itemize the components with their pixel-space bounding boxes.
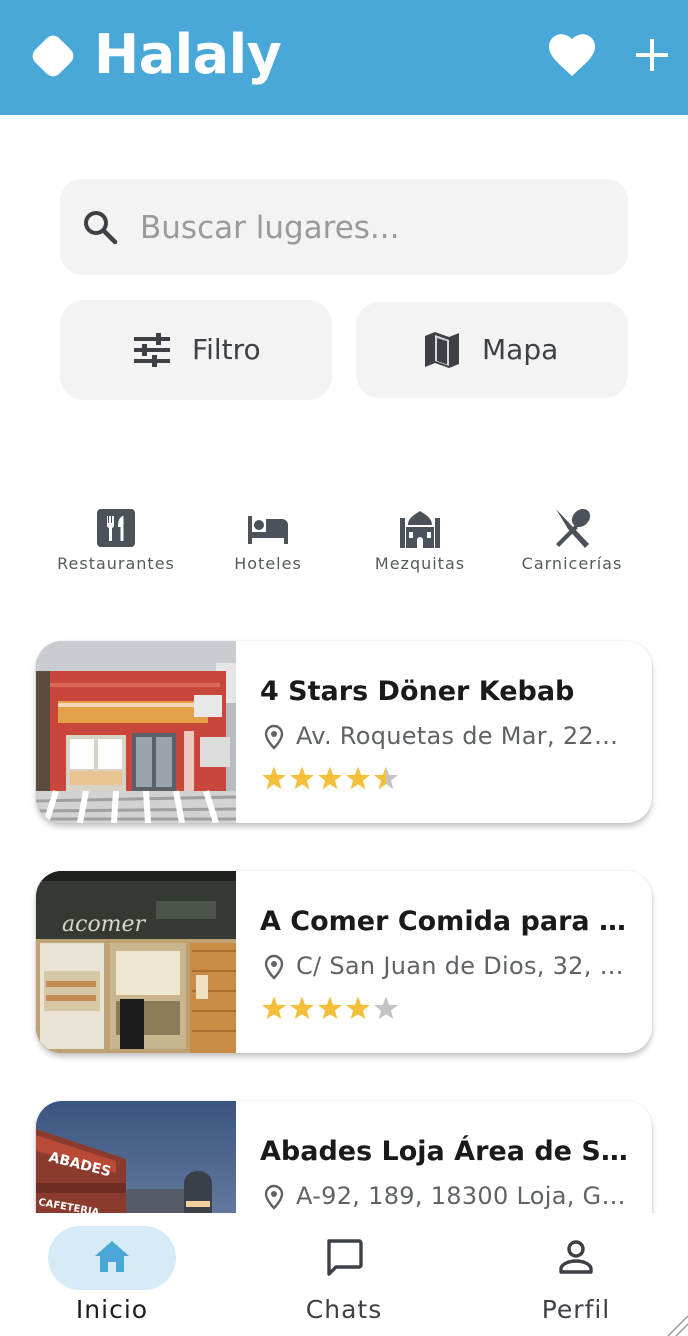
rating-stars (262, 766, 398, 790)
star-icon (374, 996, 398, 1020)
home-icon (95, 1241, 129, 1272)
halaly-logo-icon (32, 35, 74, 77)
place-address-row: C/ San Juan de Dios, 32, Granada (260, 949, 632, 983)
place-photo (36, 641, 236, 823)
place-name: 4 Stars Döner Kebab (260, 676, 575, 707)
place-list[interactable]: 4 Stars Döner Kebab Av. Roquetas de Mar,… (0, 620, 688, 1213)
place-address: A-92, 189, 18300 Loja, Granada (296, 1182, 632, 1210)
chat-icon (327, 1239, 363, 1276)
place-address-row: Av. Roquetas de Mar, 224, 04720 Aguadulc… (260, 719, 632, 753)
star-icon (262, 766, 286, 790)
category-restaurants[interactable]: Restaurantes (41, 500, 191, 586)
shop-sign: acomer (62, 912, 147, 937)
star-icon (346, 996, 370, 1020)
app-title: Halaly (94, 23, 282, 86)
place-address-row: A-92, 189, 18300 Loja, Granada (260, 1179, 632, 1213)
app-bar: Halaly (0, 0, 688, 115)
heart-icon[interactable] (548, 34, 596, 78)
nav-profile[interactable]: Perfil (476, 1213, 676, 1336)
location-pin-icon (264, 1184, 284, 1210)
nav-home[interactable]: Inicio (12, 1213, 212, 1336)
filter-button[interactable]: Filtro (60, 300, 332, 400)
place-photo: acomer (36, 871, 236, 1053)
hotel-icon (248, 516, 288, 544)
rating-stars (262, 996, 398, 1020)
star-icon (318, 996, 342, 1020)
resize-grip-icon[interactable] (666, 1314, 688, 1336)
star-icon (290, 996, 314, 1020)
place-photo: ABADES CAFETERIA (36, 1101, 236, 1213)
place-card[interactable]: 4 Stars Döner Kebab Av. Roquetas de Mar,… (36, 641, 652, 823)
nav-label: Inicio (75, 1295, 149, 1324)
star-icon (290, 766, 314, 790)
category-hotels[interactable]: Hoteles (193, 500, 343, 586)
place-address: C/ San Juan de Dios, 32, Granada (296, 952, 632, 980)
category-butchers[interactable]: Carnicerías (497, 500, 647, 586)
search-input[interactable] (140, 202, 600, 254)
star-icon (262, 996, 286, 1020)
star-icon (346, 766, 370, 790)
filter-label: Filtro (192, 333, 261, 366)
category-label: Hoteles (234, 554, 302, 573)
place-address: Av. Roquetas de Mar, 224, 04720 Aguadulc… (296, 722, 632, 750)
place-name: A Comer Comida para llevar (260, 906, 630, 937)
nav-label: Chats (305, 1295, 383, 1324)
place-name: Abades Loja Área de Servicio (260, 1136, 630, 1167)
bottom-navigation: Inicio Chats Perfil (0, 1213, 688, 1336)
person-icon (559, 1240, 593, 1274)
category-mosques[interactable]: Mezquitas (345, 500, 495, 586)
place-card[interactable]: ABADES CAFETERIA Abades Loja Área de Ser… (36, 1101, 652, 1213)
map-label: Mapa (482, 333, 559, 366)
nav-label: Perfil (541, 1295, 611, 1324)
category-label: Mezquitas (374, 554, 466, 573)
map-button[interactable]: Mapa (356, 302, 628, 398)
category-label: Restaurantes (57, 554, 175, 573)
plus-icon[interactable] (632, 34, 672, 76)
search-icon (84, 211, 118, 245)
restaurant-icon (97, 509, 135, 547)
category-label: Carnicerías (521, 554, 623, 573)
map-icon (425, 332, 459, 368)
butcher-icon (556, 508, 591, 548)
mosque-icon (400, 511, 440, 548)
location-pin-icon (264, 954, 284, 980)
star-icon (318, 766, 342, 790)
tune-icon (134, 333, 170, 367)
place-card[interactable]: acomer A Comer Comida para llevar (36, 871, 652, 1053)
location-pin-icon (264, 724, 284, 750)
nav-chats[interactable]: Chats (244, 1213, 444, 1336)
